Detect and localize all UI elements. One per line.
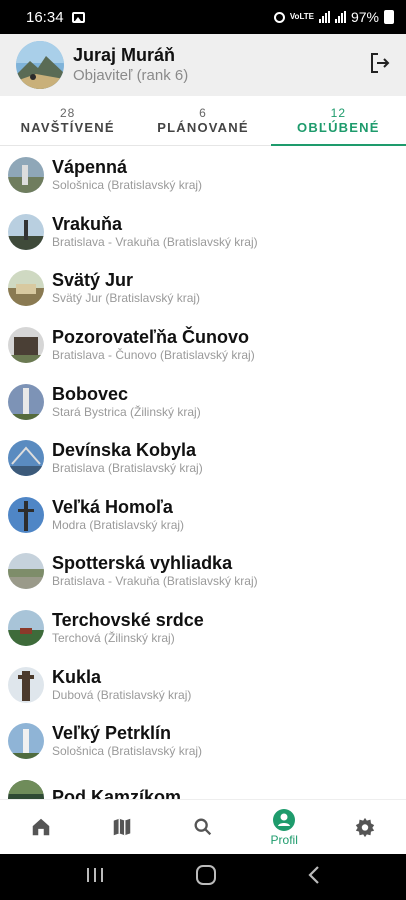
place-title: Vrakuňa	[52, 213, 123, 234]
tab-bar: 28 NAVŠTÍVENÉ 6 PLÁNOVANÉ 12 OBĽÚBENÉ	[0, 96, 406, 146]
tab-count: 12	[330, 106, 346, 120]
nav-search[interactable]	[162, 800, 243, 854]
place-thumbnail	[8, 553, 44, 590]
place-subtitle: Bratislava - Vrakuňa (Bratislavský kraj)	[52, 234, 258, 249]
list-item[interactable]: Vrakuňa Bratislava - Vrakuňa (Bratislavs…	[0, 204, 406, 261]
place-subtitle: Bratislava - Čunovo (Bratislavský kraj)	[52, 348, 255, 363]
place-thumbnail	[8, 327, 44, 364]
place-title: Kukla	[52, 666, 102, 687]
list-item[interactable]: Veľký Petrklín Sološnica (Bratislavský k…	[0, 713, 406, 770]
place-subtitle: Terchová (Žilinský kraj)	[52, 631, 175, 646]
place-title: Pod Kamzíkom	[52, 787, 182, 799]
battery-icon	[384, 10, 394, 24]
place-title: Veľká Homoľa	[52, 496, 173, 517]
place-subtitle: Sološnica (Bratislavský kraj)	[52, 178, 203, 193]
user-rank: Objaviteľ (rank 6)	[73, 67, 189, 84]
avatar[interactable]	[16, 41, 64, 89]
map-icon	[113, 818, 131, 836]
signal-icon-2	[334, 11, 346, 23]
place-title: Svätý Jur	[52, 270, 134, 291]
place-thumbnail	[8, 157, 44, 194]
nav-profile[interactable]: Profil	[244, 800, 325, 854]
list-item[interactable]: Vápenná Sološnica (Bratislavský kraj)	[0, 147, 406, 204]
place-title: Pozorovateľňa Čunovo	[52, 327, 249, 348]
list-item[interactable]: Veľká Homoľa Modra (Bratislavský kraj)	[0, 487, 406, 544]
place-thumbnail	[8, 666, 44, 703]
alarm-icon	[273, 11, 285, 23]
recent-apps-button[interactable]	[85, 866, 105, 889]
tab-label: OBĽÚBENÉ	[297, 120, 380, 135]
place-title: Spotterská vyhliadka	[52, 553, 233, 574]
volte-label: VoLTE	[289, 12, 314, 21]
place-title: Terchovské srdce	[52, 610, 204, 631]
place-thumbnail	[8, 213, 44, 250]
battery-percent: 97%	[350, 9, 379, 25]
place-thumbnail	[8, 270, 44, 307]
list-item[interactable]: Terchovské srdce Terchová (Žilinský kraj…	[0, 600, 406, 657]
tab-favorites[interactable]: 12 OBĽÚBENÉ	[270, 96, 406, 146]
home-button[interactable]	[195, 864, 217, 891]
nav-map[interactable]	[81, 800, 162, 854]
home-icon	[32, 818, 49, 836]
place-title: Devínska Kobyla	[52, 440, 197, 461]
list-item[interactable]: Spotterská vyhliadka Bratislava - Vrakuň…	[0, 543, 406, 600]
tab-label: PLÁNOVANÉ	[157, 120, 249, 135]
place-thumbnail	[8, 496, 44, 533]
recent-apps-icon	[87, 867, 103, 882]
place-subtitle: Sološnica (Bratislavský kraj)	[52, 744, 203, 759]
place-subtitle: Bratislava - Vrakuňa (Bratislavský kraj)	[52, 574, 258, 589]
profile-header: Juraj Muráň Objaviteľ (rank 6)	[0, 34, 406, 96]
places-list: Vápenná Sološnica (Bratislavský kraj) Vr…	[0, 147, 406, 799]
place-title: Vápenná	[52, 157, 128, 178]
place-thumbnail	[8, 383, 44, 420]
tab-count: 6	[199, 106, 207, 120]
back-button[interactable]	[307, 865, 321, 890]
list-item[interactable]: Devínska Kobyla Bratislava (Bratislavský…	[0, 430, 406, 487]
home-circle-icon	[196, 864, 216, 885]
user-name: Juraj Muráň	[73, 45, 176, 65]
tab-visited[interactable]: 28 NAVŠTÍVENÉ	[0, 96, 135, 145]
place-subtitle: Svätý Jur (Bratislavský kraj)	[52, 291, 201, 306]
profile-icon	[273, 808, 296, 831]
status-time: 16:34	[26, 8, 64, 26]
place-thumbnail	[8, 779, 44, 799]
logout-icon[interactable]	[366, 49, 394, 77]
list-item[interactable]: Pozorovateľňa Čunovo Bratislava - Čunovo…	[0, 317, 406, 374]
place-subtitle: Dubová (Bratislavský kraj)	[52, 687, 192, 702]
signal-icon	[318, 11, 330, 23]
tab-planned[interactable]: 6 PLÁNOVANÉ	[135, 96, 270, 145]
back-icon	[308, 865, 319, 884]
search-icon	[194, 818, 212, 836]
place-title: Bobovec	[52, 383, 129, 404]
place-thumbnail	[8, 610, 44, 647]
place-subtitle: Modra (Bratislavský kraj)	[52, 517, 185, 532]
nav-settings[interactable]	[325, 800, 406, 854]
gear-icon	[356, 817, 375, 838]
bottom-nav: Profil	[0, 799, 406, 854]
place-title: Veľký Petrklín	[52, 723, 172, 744]
system-nav-bar	[0, 854, 406, 900]
place-subtitle: Stará Bystrica (Žilinský kraj)	[52, 404, 201, 419]
place-subtitle: Bratislava (Bratislavský kraj)	[52, 461, 203, 476]
status-bar: 16:34 VoLTE 97%	[0, 0, 406, 34]
list-item[interactable]: Bobovec Stará Bystrica (Žilinský kraj)	[0, 373, 406, 430]
image-notification-icon	[71, 11, 85, 23]
list-item[interactable]: Pod Kamzíkom	[0, 770, 406, 799]
nav-home[interactable]	[0, 800, 81, 854]
list-item[interactable]: Kukla Dubová (Bratislavský kraj)	[0, 656, 406, 713]
tab-label: NAVŠTÍVENÉ	[20, 120, 115, 135]
tab-count: 28	[59, 106, 76, 120]
place-thumbnail	[8, 440, 44, 477]
list-item[interactable]: Svätý Jur Svätý Jur (Bratislavský kraj)	[0, 260, 406, 317]
nav-profile-label: Profil	[270, 832, 298, 847]
place-thumbnail	[8, 723, 44, 760]
